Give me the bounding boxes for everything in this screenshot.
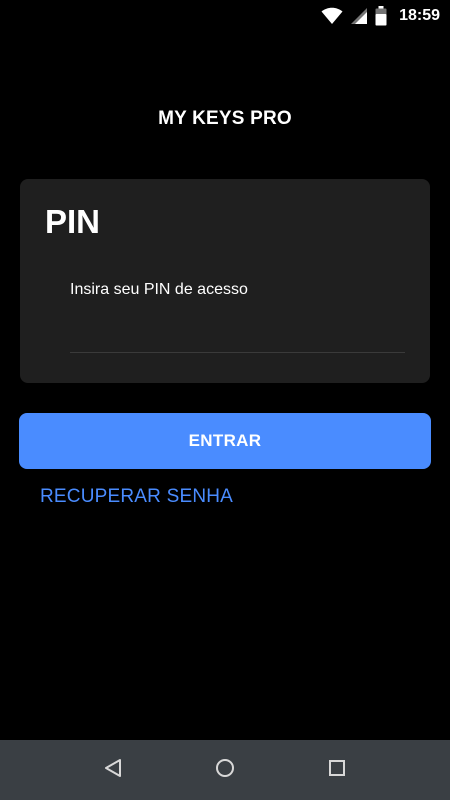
recents-icon	[328, 759, 346, 782]
recover-password-link[interactable]: RECUPERAR SENHA	[40, 486, 233, 508]
nav-home-button[interactable]	[205, 752, 245, 788]
cellular-signal-icon	[351, 8, 368, 24]
pin-field-label: Insira seu PIN de acesso	[70, 281, 248, 298]
status-time: 18:59	[399, 7, 440, 24]
navigation-bar	[0, 740, 450, 800]
nav-recents-button[interactable]	[317, 752, 357, 788]
home-icon	[215, 758, 235, 783]
enter-button[interactable]: ENTRAR	[19, 413, 431, 469]
pin-field[interactable]: Insira seu PIN de acesso	[70, 275, 405, 359]
back-icon	[103, 758, 123, 783]
pin-card: PIN Insira seu PIN de acesso	[20, 179, 430, 383]
status-bar: 18:59	[0, 0, 450, 32]
wifi-icon	[321, 7, 343, 25]
app-title: MY KEYS PRO	[158, 108, 292, 129]
nav-back-button[interactable]	[93, 752, 133, 788]
pin-input[interactable]	[70, 303, 405, 353]
battery-icon	[375, 6, 387, 26]
pin-card-title: PIN	[45, 203, 101, 240]
status-icons: 18:59	[321, 0, 440, 32]
